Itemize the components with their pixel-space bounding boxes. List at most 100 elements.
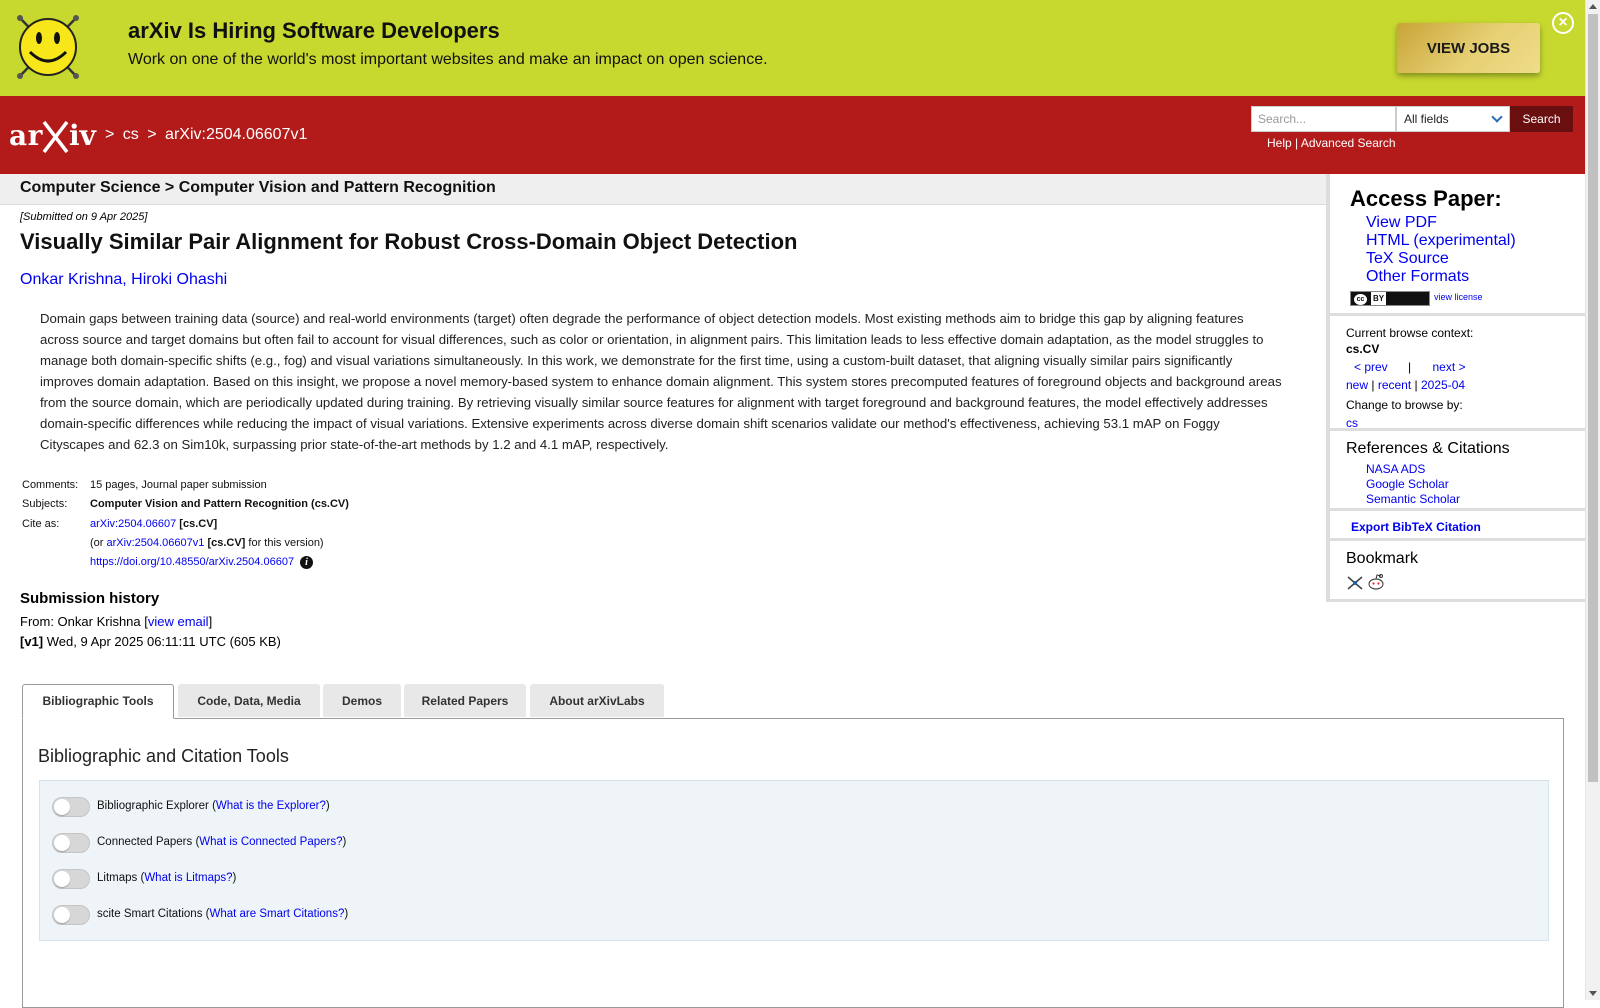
from-close: ] <box>208 614 213 629</box>
export-bibtex-link[interactable]: Export BibTeX Citation <box>1351 520 1481 534</box>
reddit-icon[interactable] <box>1366 572 1386 592</box>
category-bar: Computer Science > Computer Vision and P… <box>0 174 1326 205</box>
change-browse-label: Change to browse by: <box>1346 398 1463 412</box>
search-field-select[interactable]: All fields <box>1396 106 1510 132</box>
toggle-switch[interactable] <box>52 833 90 853</box>
google-scholar-link[interactable]: Google Scholar <box>1366 477 1449 491</box>
tool-info-link[interactable]: What are Smart Citations? <box>209 908 344 920</box>
export-box: Export BibTeX Citation <box>1330 514 1589 541</box>
arxiv-logo[interactable]: ar iv <box>9 116 101 156</box>
prev-link[interactable]: < prev <box>1354 360 1388 374</box>
search-input[interactable]: Search... <box>1251 106 1396 132</box>
tab-about-arxivlabs[interactable]: About arXivLabs <box>530 684 664 717</box>
breadcrumb: > cs > arXiv:2504.06607v1 <box>105 126 311 144</box>
toggle-switch[interactable] <box>52 797 90 817</box>
cite-version-category: [cs.CV] <box>207 537 246 549</box>
view-license-link[interactable]: view license <box>1434 292 1483 302</box>
help-link[interactable]: Help <box>1267 136 1292 150</box>
bookmark-box: Bookmark <box>1330 544 1589 602</box>
comments-label: Comments: <box>22 479 79 491</box>
view-jobs-button[interactable]: VIEW JOBS <box>1397 23 1540 73</box>
hiring-banner: arXiv Is Hiring Software Developers Work… <box>0 0 1585 96</box>
toggle-switch[interactable] <box>52 905 90 925</box>
author-link[interactable]: Onkar Krishna <box>20 271 122 288</box>
semantic-scholar-link[interactable]: Semantic Scholar <box>1366 492 1460 506</box>
cc-icon: cc <box>1354 294 1367 305</box>
sidebar: Access Paper: View PDF HTML (experimenta… <box>1326 174 1589 602</box>
scrollbar-thumb[interactable] <box>1588 14 1598 782</box>
cc-by-license-badge[interactable]: cc BY <box>1350 291 1430 306</box>
toggle-knob <box>54 799 70 815</box>
toggle-knob <box>54 835 70 851</box>
tool-label: scite Smart Citations <box>97 908 203 920</box>
cite-version-tail: for this version) <box>248 537 324 549</box>
list-links: new | recent | 2025-04 <box>1346 378 1465 392</box>
bibsonomy-icon[interactable] <box>1346 574 1364 592</box>
access-links: View PDF HTML (experimental) TeX Source … <box>1366 214 1516 286</box>
list-separator: | <box>1371 378 1375 392</box>
info-icon[interactable]: i <box>300 556 314 569</box>
paper-title: Visually Similar Pair Alignment for Robu… <box>20 229 798 254</box>
breadcrumb-sep: > <box>147 126 157 143</box>
submission-version: [v1] Wed, 9 Apr 2025 06:11:11 UTC (605 K… <box>20 634 281 649</box>
tool-info-link[interactable]: What is the Explorer? <box>216 800 326 812</box>
subjects-label: Subjects: <box>22 498 68 510</box>
recent-link[interactable]: recent <box>1378 378 1411 392</box>
view-pdf-link[interactable]: View PDF <box>1366 214 1437 231</box>
doi-link[interactable]: https://doi.org/10.48550/arXiv.2504.0660… <box>90 556 294 568</box>
search-field-value: All fields <box>1404 112 1449 126</box>
version-detail: Wed, 9 Apr 2025 06:11:11 UTC (605 KB) <box>46 634 281 649</box>
nasa-ads-link[interactable]: NASA ADS <box>1366 462 1425 476</box>
tab-code-data-media[interactable]: Code, Data, Media <box>178 684 320 717</box>
breadcrumb-sep: > <box>105 126 115 143</box>
view-email-link[interactable]: view email <box>148 614 209 629</box>
svg-text:iv: iv <box>69 119 97 152</box>
close-banner-icon[interactable]: × <box>1552 12 1574 34</box>
page-scrollbar[interactable] <box>1585 0 1600 1000</box>
tex-source-link[interactable]: TeX Source <box>1366 250 1449 267</box>
month-link[interactable]: 2025-04 <box>1421 378 1465 392</box>
nav-separator: | <box>1408 360 1412 374</box>
cite-category: [cs.CV] <box>179 518 218 530</box>
from-label: From: Onkar Krishna [ <box>20 614 148 629</box>
toggle-knob <box>54 871 70 887</box>
tool-info-link[interactable]: What is Connected Papers? <box>199 836 342 848</box>
cite-version-link[interactable]: arXiv:2504.06607v1 <box>107 537 205 549</box>
tab-related-papers[interactable]: Related Papers <box>404 684 526 717</box>
category-heading: Computer Science > Computer Vision and P… <box>20 179 496 196</box>
tab-panel: Bibliographic and Citation Tools Bibliog… <box>22 718 1564 1008</box>
tool-info-link[interactable]: What is Litmaps? <box>144 872 232 884</box>
scroll-down-icon[interactable] <box>1589 991 1597 996</box>
tab-bibliographic-tools[interactable]: Bibliographic Tools <box>22 684 174 719</box>
advanced-search-link[interactable]: Advanced Search <box>1301 136 1396 150</box>
html-link[interactable]: HTML (experimental) <box>1366 232 1516 249</box>
browse-context-value: cs.CV <box>1346 342 1380 356</box>
list-separator: | <box>1414 378 1418 392</box>
new-link[interactable]: new <box>1346 378 1368 392</box>
next-link[interactable]: next > <box>1433 360 1466 374</box>
change-browse-cs-link[interactable]: cs <box>1346 416 1358 430</box>
cite-id-link[interactable]: arXiv:2504.06607 <box>90 518 176 530</box>
help-separator: | <box>1295 136 1299 150</box>
cite-or: (or <box>90 537 104 549</box>
submitted-date: [Submitted on 9 Apr 2025] <box>20 211 148 223</box>
submission-history-title: Submission history <box>20 590 160 607</box>
search-button[interactable]: Search <box>1510 106 1573 132</box>
toggle-knob <box>54 907 70 923</box>
toggle-switch[interactable] <box>52 869 90 889</box>
scroll-up-icon[interactable] <box>1589 4 1597 9</box>
author-link[interactable]: Hiroki Ohashi <box>131 271 227 288</box>
smiley-logo-icon <box>17 15 79 79</box>
other-formats-link[interactable]: Other Formats <box>1366 268 1469 285</box>
tools-box: Bibliographic Explorer (What is the Expl… <box>39 780 1549 941</box>
tool-label: Litmaps <box>97 872 138 884</box>
version-tag: [v1] <box>20 634 44 649</box>
references-links: NASA ADS Google Scholar Semantic Scholar <box>1366 462 1460 507</box>
chevron-down-icon <box>1491 111 1503 123</box>
breadcrumb-cs[interactable]: cs <box>123 126 139 143</box>
browse-context-label: Current browse context: <box>1346 326 1474 340</box>
tab-demos[interactable]: Demos <box>323 684 401 717</box>
by-icon: BY <box>1371 292 1387 305</box>
tab-panel-heading: Bibliographic and Citation Tools <box>38 746 289 766</box>
browse-context-box: Current browse context: cs.CV < prev | n… <box>1330 316 1589 431</box>
